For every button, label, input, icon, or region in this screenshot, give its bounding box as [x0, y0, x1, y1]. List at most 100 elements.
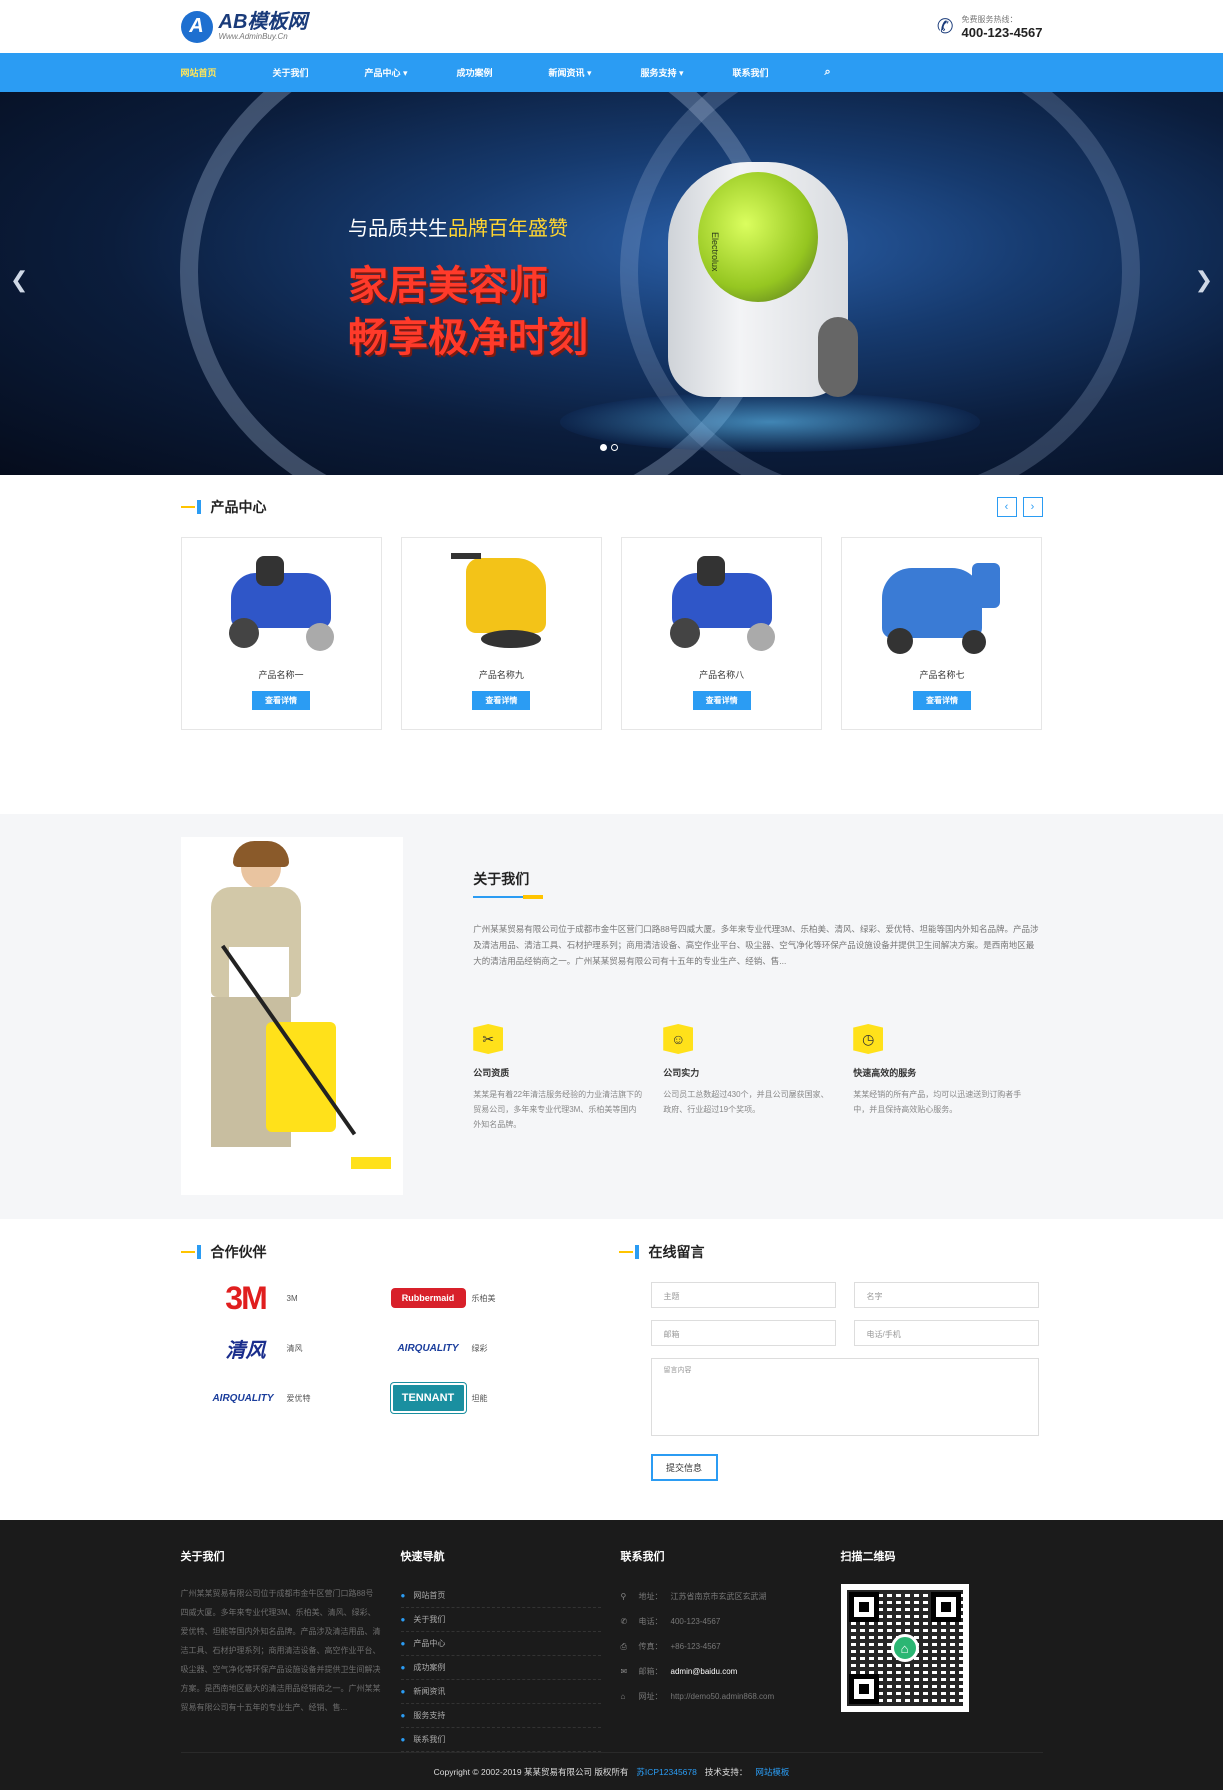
about-description: 广州某某贸易有限公司位于成都市金牛区营门口路88号四威大厦。多年来专业代理3M、… [473, 924, 1039, 966]
tools-icon: ✂ [473, 1024, 504, 1054]
product-detail-button[interactable]: 查看详情 [252, 691, 310, 710]
footer-nav-item[interactable]: ● 网站首页 [400, 1584, 601, 1608]
partner-item[interactable]: TENNANT 坦能 [390, 1382, 601, 1414]
products-next-button[interactable]: › [1022, 497, 1043, 517]
contact-phone: ✆ 电话： 400-123-4567 [620, 1617, 721, 1626]
product-detail-button[interactable]: 查看详情 [692, 691, 751, 710]
product-card[interactable]: 产品名称八 查看详情 [621, 537, 823, 730]
nav-item-cases[interactable]: 成功案例 [457, 66, 549, 79]
partner-item[interactable]: AIRQUALITY 绿彩 [391, 1332, 601, 1364]
product-card[interactable]: 产品名称九 查看详情 [400, 537, 602, 730]
home-icon: ⌂ [620, 1692, 626, 1701]
email-link[interactable]: admin@baidu.com [671, 1667, 738, 1676]
contact-fax: ⎙ 传真： +86-123-4567 [620, 1641, 721, 1652]
hotline: ✆ 免费服务热线： 400-123-4567 [937, 14, 1043, 40]
footer-qr-title: 扫描二维码 [840, 1551, 896, 1563]
partner-name: 坦能 [471, 1393, 488, 1403]
hotline-label: 免费服务热线： [961, 14, 1018, 24]
feature-title: 公司实力 [663, 1068, 700, 1078]
banner-dot[interactable] [611, 444, 618, 451]
banner-slogan-highlight: 品牌百年盛赞 [448, 218, 568, 240]
footer-about-title: 关于我们 [180, 1551, 225, 1563]
partner-name: 乐柏美 [471, 1293, 496, 1303]
partner-logo-qingfeng: 清风 [225, 1337, 266, 1362]
submit-button[interactable]: 提交信息 [650, 1454, 718, 1481]
partner-item[interactable]: 3M 3M [181, 1279, 391, 1316]
banner-headline-line1: 家居美容师 [348, 264, 548, 308]
copyright-bar: Copyright © 2002-2019 某某贸易有限公司 版权所有 苏ICP… [180, 1752, 1043, 1790]
feature-service: ◷ 快速高效的服务 某某经销的所有产品，均可以迅速送到订购者手中，并且保持高效贴… [853, 1024, 1023, 1132]
partner-item[interactable]: 清风 清风 [181, 1332, 391, 1364]
footer-nav-item[interactable]: ● 成功案例 [400, 1656, 601, 1680]
title-accent-icon [180, 1245, 203, 1259]
nav-item-news[interactable]: 新闻资讯 ▾ [549, 66, 641, 79]
nav-item-service[interactable]: 服务支持 ▾ [641, 66, 733, 79]
footer-nav-item[interactable]: ● 服务支持 [400, 1704, 601, 1728]
site-logo[interactable]: A AB模板网 Www.AdminBuy.Cn [180, 10, 308, 43]
about-section: 关于我们 广州某某贸易有限公司位于成都市金牛区营门口路88号四威大厦。多年来专业… [0, 814, 1223, 1219]
nav-item-contact[interactable]: 联系我们 [733, 66, 825, 79]
partner-item[interactable]: Rubbermaid 乐柏美 [390, 1282, 601, 1314]
product-name: 产品名称八 [699, 670, 745, 680]
partner-item[interactable]: AIRQUALITY 爱优特 [181, 1382, 391, 1414]
title-accent-icon [180, 500, 203, 514]
product-detail-button[interactable]: 查看详情 [472, 691, 531, 710]
vacuum-brand: Electrolux [710, 232, 720, 272]
location-icon: ⚲ [620, 1592, 627, 1601]
products-title: 产品中心 [180, 497, 267, 517]
sweeper-image [652, 548, 792, 658]
nav-item-products[interactable]: 产品中心 ▾ [365, 66, 457, 79]
subject-input[interactable]: 主题 [650, 1282, 836, 1308]
products-prev-button[interactable]: ‹ [996, 497, 1017, 517]
email-input[interactable]: 邮箱 [650, 1320, 836, 1346]
product-card[interactable]: 产品名称七 查看详情 [841, 537, 1043, 730]
content-textarea[interactable]: 留言内容 [650, 1358, 1039, 1436]
banner-next-arrow[interactable]: ❯ [1195, 267, 1213, 293]
footer-nav-item[interactable]: ● 关于我们 [400, 1608, 601, 1632]
clock-icon: ◷ [853, 1024, 884, 1054]
partner-logo-3m: 3M [225, 1279, 267, 1316]
footer-nav-item[interactable]: ● 产品中心 [400, 1632, 601, 1656]
product-detail-button[interactable]: 查看详情 [912, 691, 971, 710]
partner-name: 爱优特 [286, 1393, 311, 1403]
partner-logo-airquality: AIRQUALITY [397, 1342, 459, 1354]
banner-headline: 家居美容师 畅享极净时刻 [348, 260, 588, 364]
hotline-number: 400-123-4567 [961, 24, 1043, 40]
cleaner-photo [180, 837, 404, 1195]
search-icon[interactable]: ⌕ [825, 66, 831, 79]
banner-prev-arrow[interactable]: ❮ [10, 267, 28, 293]
phone-icon: ✆ [936, 16, 954, 38]
partner-name: 绿彩 [471, 1343, 488, 1353]
logo-title: AB模板网 [218, 11, 308, 33]
product-card[interactable]: 产品名称一 查看详情 [180, 537, 382, 730]
drop-icon: ● [400, 1591, 406, 1600]
about-title: 关于我们 [473, 871, 530, 887]
hero-banner: ❮ ❯ 与品质共生品牌百年盛赞 家居美容师 畅享极净时刻 Electrolux [0, 92, 1223, 475]
website-link[interactable]: http://demo50.admin868.com [671, 1692, 775, 1701]
feature-title: 公司资质 [473, 1068, 510, 1078]
nav-item-home[interactable]: 网站首页 [181, 66, 273, 79]
drop-icon: ● [400, 1687, 406, 1696]
partners-title-text: 合作伙伴 [210, 1244, 267, 1260]
feature-title: 快速高效的服务 [853, 1068, 917, 1078]
drop-icon: ● [400, 1639, 406, 1648]
nav-item-about[interactable]: 关于我们 [273, 66, 365, 79]
footer-nav-item[interactable]: ● 联系我们 [400, 1728, 601, 1752]
footer-nav-item[interactable]: ● 新闻资讯 [400, 1680, 601, 1704]
icp-link[interactable]: 苏ICP12345678 [636, 1766, 697, 1778]
footer-contact-title: 联系我们 [620, 1551, 665, 1563]
products-pager: ‹ › [996, 497, 1043, 517]
footer-about-text: 广州某某贸易有限公司位于成都市金牛区营门口路88号四威大厦。多年来专业代理3M、… [180, 1589, 381, 1712]
ride-on-scrubber-image [872, 548, 1012, 658]
message-title: 在线留言 [618, 1242, 1043, 1262]
contact-email: ✉ 邮箱： admin@baidu.com [620, 1667, 738, 1676]
message-title-text: 在线留言 [648, 1244, 705, 1260]
phone-input[interactable]: 电话/手机 [853, 1320, 1039, 1346]
tech-support-link[interactable]: 网站模板 [755, 1766, 789, 1778]
partner-name: 3M [286, 1293, 298, 1303]
banner-dot[interactable] [600, 444, 607, 451]
feature-description: 某某经销的所有产品，均可以迅速送到订购者手中，并且保持高效贴心服务。 [853, 1090, 1022, 1114]
product-name: 产品名称九 [478, 670, 524, 680]
name-input[interactable]: 名字 [853, 1282, 1039, 1308]
drop-icon: ● [400, 1735, 406, 1744]
